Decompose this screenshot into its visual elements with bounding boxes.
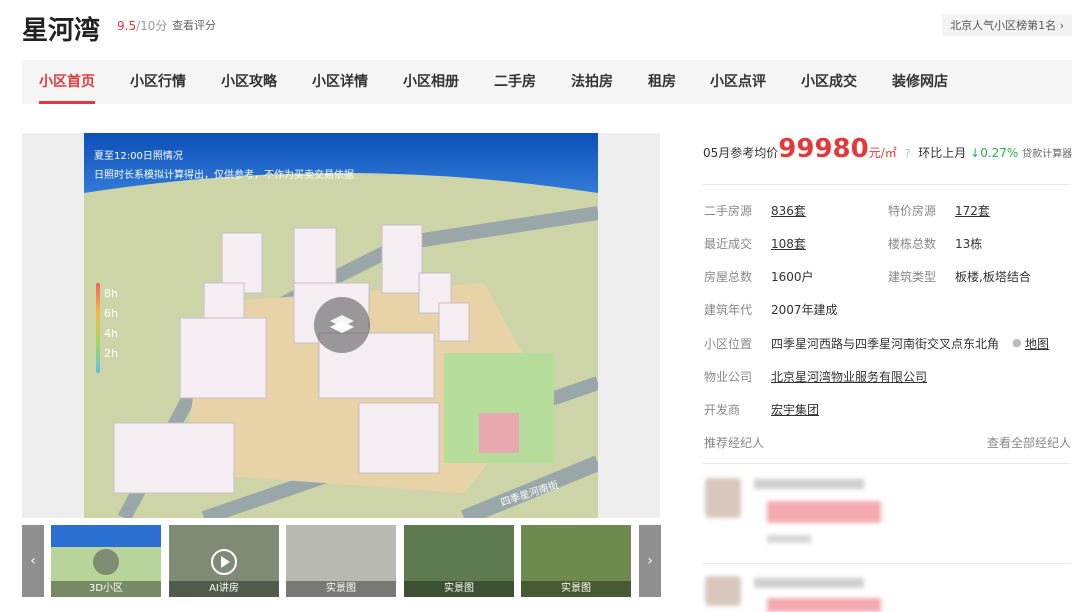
- legend-6h: 6h: [104, 307, 118, 320]
- year-label: 建筑年代: [704, 303, 753, 317]
- special-value[interactable]: 172套: [955, 202, 990, 219]
- rating-score: 9.5/10分: [117, 17, 167, 34]
- price-label: 05月参考均价: [703, 146, 779, 160]
- secondhand-label: 二手房源: [704, 204, 753, 218]
- play-3d-button[interactable]: [314, 297, 370, 353]
- view-rating-link[interactable]: 查看评分: [172, 17, 216, 33]
- view-all-agents-link[interactable]: 查看全部经纪人: [987, 434, 1071, 451]
- agents-label: 推荐经纪人: [704, 436, 765, 450]
- thumbnail-photo-1[interactable]: 实景图: [286, 525, 396, 597]
- sunlight-disclaimer: 日照时长系模拟计算得出，仅供参考，不作为买卖交易依据: [94, 170, 354, 181]
- building-type-value: 板楼,板塔结合: [955, 270, 1031, 284]
- price-summary: 05月参考均价99980元/㎡ ? 环比上月 ↓0.27% 贷款计算器: [703, 134, 1072, 164]
- score-value: 9.5: [117, 19, 137, 33]
- special-label: 特价房源: [888, 204, 937, 218]
- building-type-label: 建筑类型: [888, 270, 937, 284]
- agent-avatar[interactable]: [705, 478, 741, 518]
- developer-label: 开发商: [704, 403, 741, 417]
- buildings-value: 13栋: [955, 237, 983, 251]
- recent-deals-value[interactable]: 108套: [771, 235, 806, 252]
- property-label: 物业公司: [704, 370, 753, 384]
- legend-8h: 8h: [104, 287, 118, 300]
- agent-avatar[interactable]: [705, 576, 741, 606]
- thumbnail-sky: [51, 525, 161, 547]
- thumbnail-caption: 3D小区: [51, 581, 161, 597]
- thumbnail-caption: 实景图: [286, 581, 396, 597]
- thumbnails-next-button[interactable]: ›: [639, 525, 661, 597]
- tab-reviews[interactable]: 小区点评: [710, 60, 766, 104]
- sunlight-legend: 8h 6h 4h 2h: [92, 283, 122, 373]
- help-icon[interactable]: ?: [905, 147, 911, 160]
- tab-details[interactable]: 小区详情: [312, 60, 368, 104]
- price-unit: 元/㎡: [868, 146, 897, 160]
- tab-market[interactable]: 小区行情: [130, 60, 186, 104]
- layers-icon: [330, 315, 354, 333]
- map-link[interactable]: 地图: [1025, 335, 1049, 352]
- loan-calculator-link[interactable]: 贷款计算器: [1022, 149, 1072, 160]
- secondhand-value[interactable]: 836套: [771, 202, 806, 219]
- thumbnail-caption: 实景图: [521, 581, 631, 597]
- location-value: 四季星河西路与四季星河南街交叉点东北角: [771, 337, 1000, 351]
- thumbnail-3d[interactable]: 3D小区: [51, 525, 161, 597]
- houses-label: 房屋总数: [704, 270, 753, 284]
- tab-guide[interactable]: 小区攻略: [221, 60, 277, 104]
- thumbnail-caption: 实景图: [404, 581, 514, 597]
- community-nav: 小区首页 小区行情 小区攻略 小区详情 小区相册 二手房 法拍房 租房 小区点评…: [22, 60, 1072, 104]
- score-unit: /10分: [136, 19, 168, 33]
- thumbnail-ai[interactable]: AI讲房: [169, 525, 279, 597]
- agent-name: [754, 578, 864, 588]
- tab-home[interactable]: 小区首页: [39, 60, 95, 104]
- agent-badge: [767, 598, 881, 612]
- community-title: 星河湾: [22, 16, 101, 46]
- divider: [703, 563, 1071, 564]
- recent-deals-label: 最近成交: [704, 237, 753, 251]
- tab-album[interactable]: 小区相册: [403, 60, 459, 104]
- thumbnail-caption: AI讲房: [169, 581, 279, 597]
- legend-4h: 4h: [104, 327, 118, 340]
- price-value: 99980: [778, 134, 869, 164]
- tab-rent[interactable]: 租房: [648, 60, 676, 104]
- legend-gradient: [96, 283, 100, 373]
- divider: [703, 184, 1071, 185]
- location-label: 小区位置: [704, 337, 753, 351]
- thumbnail-3d-icon: [93, 549, 119, 575]
- houses-value: 1600户: [771, 270, 814, 284]
- tab-secondhand[interactable]: 二手房: [494, 60, 536, 104]
- agent-badge: [767, 501, 881, 523]
- divider: [703, 463, 1071, 464]
- buildings-label: 楼栋总数: [888, 237, 937, 251]
- ranking-badge[interactable]: 北京人气小区榜第1名 ›: [942, 14, 1072, 36]
- play-icon: [211, 549, 237, 575]
- tab-decoration-store[interactable]: 装修网店: [892, 60, 948, 104]
- map-pin-icon: ●: [1012, 336, 1022, 349]
- court: [479, 413, 519, 453]
- mom-label: 环比上月: [918, 146, 967, 160]
- mom-value: ↓0.27%: [970, 146, 1019, 160]
- agent-name: [754, 479, 864, 489]
- sunlight-note-title: 夏至12:00日照情况: [94, 151, 183, 162]
- thumbnails-prev-button[interactable]: ‹: [22, 525, 44, 597]
- year-value: 2007年建成: [771, 303, 838, 317]
- tab-auction[interactable]: 法拍房: [571, 60, 613, 104]
- thumbnail-photo-3[interactable]: 实景图: [521, 525, 631, 597]
- tab-transactions[interactable]: 小区成交: [801, 60, 857, 104]
- developer-value[interactable]: 宏宇集团: [771, 401, 819, 418]
- agent-meta: [767, 535, 811, 543]
- property-value[interactable]: 北京星河湾物业服务有限公司: [771, 368, 927, 385]
- legend-2h: 2h: [104, 347, 118, 360]
- thumbnail-photo-2[interactable]: 实景图: [404, 525, 514, 597]
